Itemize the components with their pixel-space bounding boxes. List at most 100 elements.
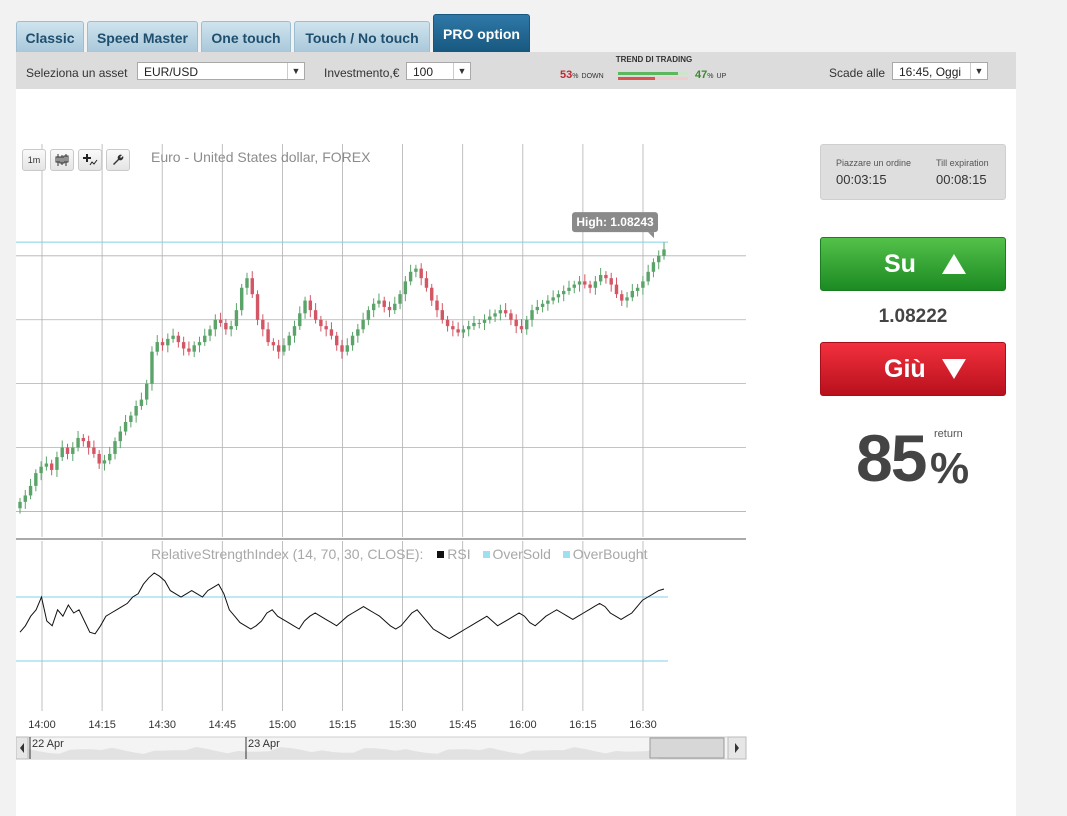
trend-up-label: UP (716, 73, 727, 80)
candle (551, 297, 555, 301)
return-label: return (934, 428, 963, 440)
candle (144, 383, 149, 400)
crosshair-icon[interactable] (78, 149, 102, 171)
put-down-button[interactable]: Giù (820, 342, 1006, 396)
candle (319, 319, 323, 327)
candle (218, 319, 223, 323)
price-chart[interactable]: 14:00 14:15 14:30 14:45 15:00 15:15 15:30 15:45… (16, 89, 751, 779)
candle (424, 278, 429, 288)
order-timers: Piazzare un ordine 00:03:15 Till expirat… (820, 144, 1006, 200)
rsi-legend-label: RelativeStrengthIndex (14, 70, 30, CLOSE… (151, 546, 424, 562)
candle (572, 284, 576, 288)
candle (598, 275, 603, 282)
candlestick-icon[interactable] (50, 149, 74, 171)
tab-one-touch[interactable]: One touch (201, 21, 291, 52)
candle (197, 342, 202, 346)
candle (118, 431, 122, 442)
candle (604, 275, 608, 279)
range-start-label: 22 Apr (32, 738, 64, 750)
candle (488, 316, 492, 320)
candle (229, 326, 233, 330)
candle (55, 457, 59, 470)
candle (414, 268, 418, 272)
candle (377, 300, 381, 304)
candle (176, 335, 181, 343)
candle (18, 501, 22, 509)
expiry-value: 16:45, Oggi (899, 65, 962, 79)
candle (366, 310, 371, 320)
asset-select[interactable]: EUR/USD ▼ (137, 62, 305, 80)
candle (567, 287, 571, 291)
candle (155, 342, 159, 352)
candle (546, 300, 550, 304)
return-value: 85 (856, 421, 927, 495)
investment-select[interactable]: 100 ▼ (406, 62, 471, 80)
candle (451, 326, 455, 330)
candle (398, 294, 402, 304)
candle (113, 441, 117, 454)
arrow-down-icon (942, 359, 966, 379)
place-order-label: Piazzare un ordine (836, 158, 912, 168)
candle (287, 335, 291, 346)
candle (23, 495, 27, 502)
candle (44, 463, 49, 467)
asset-value: EUR/USD (144, 65, 199, 79)
candle (292, 326, 297, 336)
trend-up-pct: 47 (695, 69, 708, 81)
candle (635, 287, 640, 291)
candle (620, 294, 624, 301)
candle (329, 329, 334, 336)
candle (134, 406, 138, 416)
candle (456, 329, 460, 333)
expiry-select[interactable]: 16:45, Oggi ▼ (892, 62, 988, 80)
rsi-series-label: RSI (447, 546, 471, 562)
high-tooltip-label: High: 1.08243 (576, 215, 654, 229)
candle (261, 319, 265, 330)
candle (466, 326, 471, 330)
candle (630, 290, 635, 298)
chevron-down-icon: ▼ (970, 63, 987, 79)
tab-speed-master[interactable]: Speed Master (87, 21, 198, 52)
tab-touch-no-touch[interactable]: Touch / No touch (294, 21, 430, 52)
candle (609, 278, 613, 285)
trade-toolbar: Seleziona un asset EUR/USD ▼ Investmento… (16, 52, 1016, 90)
candle (181, 342, 186, 349)
candle (514, 319, 518, 327)
candle (76, 437, 80, 448)
high-tooltip-pointer (648, 232, 654, 239)
candle (503, 310, 508, 314)
candle (49, 463, 54, 470)
candle (71, 447, 75, 454)
candle (97, 453, 101, 464)
candle (482, 319, 487, 323)
candle (577, 281, 582, 285)
x-tick-label: 16:30 (629, 719, 657, 731)
pct-sign: % (572, 73, 579, 80)
up-button-label: Su (884, 250, 916, 278)
candle (625, 297, 629, 301)
candle (34, 473, 38, 486)
x-tick-label: 16:00 (509, 719, 537, 731)
trend-title: TREND DI TRADING (615, 55, 693, 64)
overbought-swatch (562, 551, 570, 558)
candle (271, 342, 276, 346)
candle (403, 281, 408, 295)
candle (525, 319, 529, 330)
candle (387, 306, 392, 311)
call-up-button[interactable]: Su (820, 237, 1006, 291)
interval-button[interactable]: 1m (22, 149, 46, 171)
down-button-label: Giù (884, 355, 926, 383)
x-tick-label: 14:30 (148, 719, 176, 731)
candle (308, 300, 313, 311)
main-panel: 14:00 14:15 14:30 14:45 15:00 15:15 15:30 15:45… (16, 89, 1016, 816)
x-tick-label: 15:00 (269, 719, 297, 731)
overbought-series-label: OverBought (572, 546, 648, 562)
candle (393, 303, 397, 311)
candle (350, 335, 355, 346)
wrench-icon[interactable] (106, 149, 130, 171)
trend-down-label: DOWN (581, 73, 604, 80)
tab-pro-option[interactable]: PRO option (433, 14, 530, 52)
chart-toolbar: 1m (18, 147, 136, 177)
candle (81, 437, 86, 442)
tab-classic[interactable]: Classic (16, 21, 84, 52)
